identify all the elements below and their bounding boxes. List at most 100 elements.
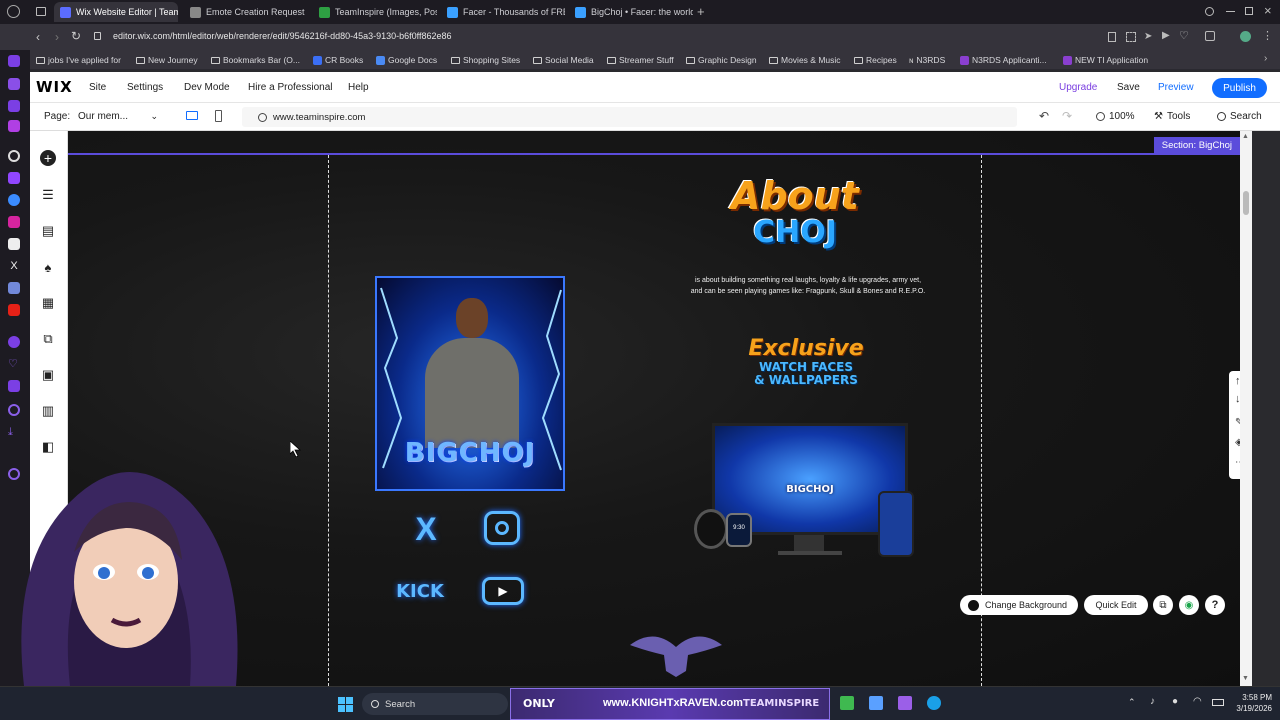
sidebar-app-icon[interactable] — [8, 336, 20, 348]
volume-icon[interactable]: ♪ — [1150, 696, 1155, 707]
extensions-icon[interactable] — [1205, 31, 1215, 41]
menu-site[interactable]: Site — [89, 72, 106, 102]
profile-card[interactable]: BIGCHOJ — [375, 276, 565, 491]
search-tabs-icon[interactable] — [1205, 7, 1214, 16]
windows-start-icon[interactable] — [338, 697, 353, 712]
new-tab-icon[interactable]: + — [697, 4, 705, 19]
zoom-control[interactable]: 100% — [1096, 103, 1135, 130]
section-badge[interactable]: Section: BigChoj — [1153, 137, 1240, 154]
pages-icon[interactable]: ▤ — [40, 223, 56, 239]
send-icon[interactable]: ➤ — [1144, 31, 1152, 42]
x-social-icon[interactable]: X — [404, 511, 448, 547]
download-icon[interactable]: ⤓ — [8, 426, 20, 438]
wix-logo[interactable]: WIX — [36, 72, 73, 102]
change-background-button[interactable]: Change Background — [960, 595, 1078, 615]
menu-settings[interactable]: Settings — [127, 72, 163, 102]
youtube-social-icon[interactable]: ▶ — [482, 577, 524, 605]
tab-emote-request[interactable]: Emote Creation Request — [184, 2, 308, 22]
x-icon[interactable]: X — [8, 260, 20, 272]
microphone-icon[interactable]: ● — [1172, 696, 1178, 707]
search-button[interactable]: Search — [1217, 103, 1262, 130]
profile-icon[interactable] — [1240, 31, 1251, 42]
devices-mockup[interactable]: BIGCHOJ 9:30 — [694, 423, 920, 568]
save-button[interactable]: Save — [1117, 72, 1140, 102]
apps-icon[interactable]: ▦ — [40, 295, 56, 311]
tiktok-icon[interactable] — [8, 238, 20, 250]
sidebar-app-icon[interactable] — [8, 100, 20, 112]
messenger-icon[interactable] — [8, 194, 20, 206]
bookmark-link[interactable]: Google Docs — [376, 50, 437, 70]
sidebar-app-icon[interactable] — [8, 380, 20, 392]
taskbar-search[interactable]: Search — [362, 693, 508, 715]
bookmark-folder[interactable]: jobs I've applied for — [36, 50, 121, 70]
tab-teaminspire-images[interactable]: TeamInspire (Images, Pos — [313, 2, 437, 22]
close-window-icon[interactable]: × — [1264, 3, 1272, 18]
more-bookmarks-icon[interactable]: › — [1264, 53, 1267, 64]
scroll-up-icon[interactable]: ▲ — [1242, 133, 1249, 140]
taskbar-app-icon[interactable] — [869, 696, 883, 710]
upgrade-link[interactable]: Upgrade — [1059, 72, 1097, 102]
menu-hire-professional[interactable]: Hire a Professional — [248, 72, 332, 102]
quick-edit-button[interactable]: Quick Edit — [1084, 595, 1148, 615]
publish-button[interactable]: Publish — [1212, 78, 1267, 98]
tab-facer[interactable]: Facer - Thousands of FRE — [441, 2, 565, 22]
preview-button[interactable]: Preview — [1158, 72, 1194, 102]
instagram-social-icon[interactable] — [484, 511, 520, 545]
bookmark-folder[interactable]: Graphic Design — [686, 50, 757, 70]
url-field[interactable]: editor.wix.com/html/editor/web/renderer/… — [113, 31, 452, 41]
tray-chevron-icon[interactable]: ⌃ — [1128, 697, 1136, 708]
heart-icon[interactable]: ♡ — [1179, 29, 1189, 42]
mobile-view-icon[interactable] — [215, 110, 222, 122]
discord-icon[interactable] — [8, 282, 20, 294]
chatgpt-icon[interactable] — [8, 150, 20, 162]
bookmark-folder[interactable]: Shopping Sites — [451, 50, 520, 70]
maximize-window-icon[interactable] — [1245, 7, 1253, 15]
history-icon[interactable] — [8, 404, 20, 416]
clock[interactable]: 3:58 PM 3/19/2026 — [1228, 692, 1272, 714]
tab-actions-icon[interactable] — [36, 7, 46, 16]
bookmark-folder[interactable]: Social Media — [533, 50, 594, 70]
minimize-window-icon[interactable] — [1226, 11, 1235, 12]
about-text[interactable]: is about building something real laughs,… — [628, 275, 988, 297]
animation-icon[interactable]: ◉ — [1179, 595, 1199, 615]
bookmark-link[interactable]: ɴ N3RDS — [909, 50, 945, 70]
taskbar-app-icon[interactable] — [927, 696, 941, 710]
taskbar-app-icon[interactable] — [840, 696, 854, 710]
media-icon[interactable]: ▣ — [40, 367, 56, 383]
scroll-down-icon[interactable]: ▼ — [1242, 675, 1249, 682]
domain-bar[interactable]: www.teaminspire.com — [242, 107, 1017, 127]
layout-icon[interactable]: ⧉ — [1153, 595, 1173, 615]
bookmark-folder[interactable]: Movies & Music — [769, 50, 841, 70]
editor-scrollbar[interactable]: ▲ ▼ — [1240, 131, 1252, 686]
cms-icon[interactable]: ▥ — [40, 403, 56, 419]
kick-social-icon[interactable]: KICK — [390, 577, 450, 605]
youtube-icon[interactable] — [8, 304, 20, 316]
add-elements-icon[interactable]: + — [40, 150, 56, 166]
add-section-icon[interactable]: ☰ — [40, 187, 56, 203]
play-icon[interactable]: ▶ — [1162, 30, 1170, 41]
design-icon[interactable]: ♠ — [40, 259, 56, 275]
menu-help[interactable]: Help — [348, 72, 369, 102]
tab-wix-editor[interactable]: Wix Website Editor | Team × — [54, 2, 178, 22]
bookmark-folder[interactable]: Recipes — [854, 50, 897, 70]
page-selector[interactable]: Our mem... ⌄ — [78, 103, 158, 130]
sidebar-app-icon[interactable] — [8, 55, 20, 67]
taskbar-app-icon[interactable] — [898, 696, 912, 710]
menu-dev-mode[interactable]: Dev Mode — [184, 72, 230, 102]
bookmark-folder[interactable]: Bookmarks Bar (O... — [211, 50, 300, 70]
bookmark-page-icon[interactable] — [1108, 32, 1116, 42]
scroll-thumb[interactable] — [1243, 191, 1249, 215]
desktop-view-icon[interactable] — [186, 111, 198, 120]
sidebar-app-icon[interactable] — [8, 120, 20, 132]
browser-menu-icon[interactable]: ⋮ — [1262, 29, 1273, 42]
business-apps-icon[interactable]: ⧉ — [40, 331, 56, 347]
bookmark-folder[interactable]: New Journey — [136, 50, 198, 70]
twitch-icon[interactable] — [8, 172, 20, 184]
wifi-icon[interactable]: ◠ — [1193, 696, 1202, 707]
bookmark-link[interactable]: CR Books — [313, 50, 363, 70]
redo-icon[interactable]: ↷ — [1062, 109, 1072, 123]
about-heading[interactable]: About CHOJ — [720, 175, 870, 249]
back-icon[interactable]: ‹ — [36, 30, 40, 44]
undo-icon[interactable]: ↶ — [1039, 109, 1049, 123]
screenshot-icon[interactable] — [1126, 32, 1136, 42]
